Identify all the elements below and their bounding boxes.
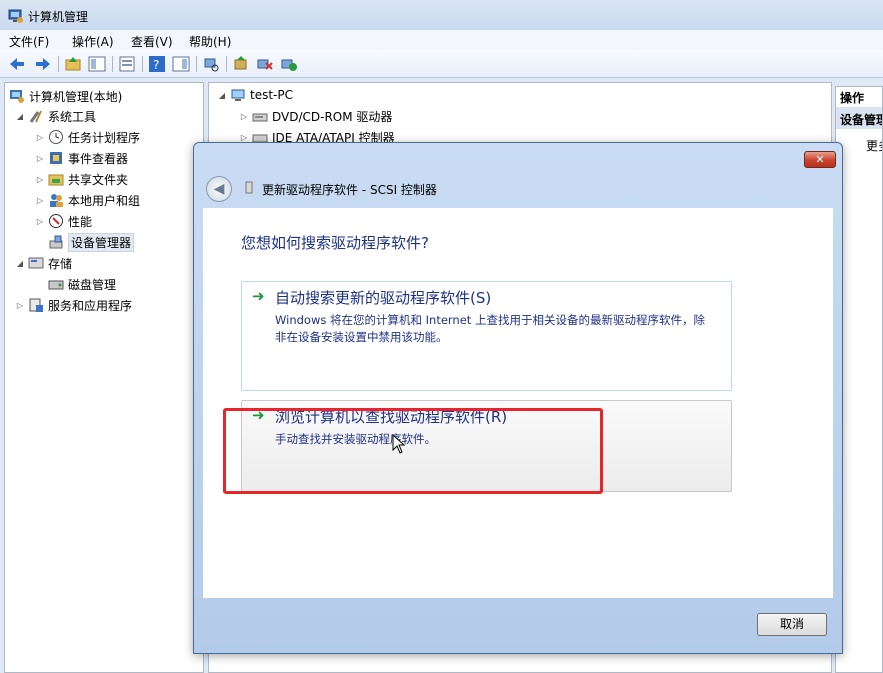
auto-search-description: Windows 将在您的计算机和 Internet 上查找用于相关设备的最新驱动… — [275, 313, 705, 344]
dvd-drive-icon — [252, 108, 268, 124]
collapsed-arrow-icon[interactable]: ▷ — [15, 301, 25, 310]
shared-folder-icon — [48, 171, 64, 187]
performance-icon — [48, 213, 64, 229]
action-pane-icon[interactable] — [172, 55, 190, 73]
event-viewer-icon — [48, 150, 64, 166]
menu-action[interactable]: 操作(A) — [72, 33, 114, 50]
more-actions-link[interactable]: 更多操作 — [866, 137, 882, 154]
actions-header: 操作 — [840, 91, 865, 105]
update-driver-dialog: ✕ ◀ 更新驱动程序软件 - SCSI 控制器 您想如何搜索驱动程序软件? ➜ … — [193, 142, 843, 654]
back-arrow-icon[interactable] — [8, 55, 26, 73]
users-icon — [48, 192, 64, 208]
dialog-body: 您想如何搜索驱动程序软件? ➜ 自动搜索更新的驱动程序软件(S) Windows… — [203, 208, 833, 598]
window-titlebar: 计算机管理 — [0, 0, 883, 30]
tree-item-event-viewer[interactable]: ▷ 事件查看器 — [35, 149, 128, 167]
tree-item-performance[interactable]: ▷ 性能 — [35, 212, 92, 230]
uninstall-icon[interactable] — [256, 55, 274, 73]
dialog-heading: 您想如何搜索驱动程序软件? — [241, 234, 429, 252]
collapsed-arrow-icon[interactable]: ▷ — [35, 217, 45, 226]
clock-icon — [48, 129, 64, 145]
forward-arrow-icon[interactable] — [34, 55, 52, 73]
show-hide-tree-icon[interactable] — [88, 55, 106, 73]
expanded-arrow-icon[interactable]: ◢ — [217, 91, 227, 100]
toolbar: ? — [0, 50, 883, 78]
storage-icon — [28, 255, 44, 271]
window-title: 计算机管理 — [28, 10, 89, 24]
cancel-button[interactable]: 取消 — [757, 613, 827, 636]
tree-item-shared-folders[interactable]: ▷ 共享文件夹 — [35, 170, 128, 188]
menu-view[interactable]: 查看(V) — [131, 33, 173, 50]
collapsed-arrow-icon[interactable]: ▷ — [35, 196, 45, 205]
menu-help[interactable]: 帮助(H) — [189, 33, 231, 50]
up-folder-icon[interactable] — [64, 55, 82, 73]
collapsed-arrow-icon[interactable]: ▷ — [239, 112, 249, 121]
actions-subheader[interactable]: 设备管理器 — [836, 107, 882, 129]
services-icon — [28, 297, 44, 313]
console-tree: 计算机管理(本地) ◢ 系统工具 ▷ 任务计划程序 ▷ 事件查看器 ▷ 共享文件… — [4, 82, 204, 673]
svg-text:?: ? — [153, 58, 159, 72]
back-arrow-icon: ◀ — [213, 181, 225, 197]
tree-item-system-tools[interactable]: ◢ 系统工具 — [15, 107, 96, 125]
dialog-title: 更新驱动程序软件 - SCSI 控制器 — [262, 183, 437, 197]
help-icon[interactable]: ? — [148, 55, 166, 73]
computer-management-icon — [9, 88, 25, 104]
tools-icon — [28, 108, 44, 124]
collapsed-arrow-icon[interactable]: ▷ — [35, 175, 45, 184]
tree-item-task-scheduler[interactable]: ▷ 任务计划程序 — [35, 128, 140, 146]
device-small-icon — [242, 181, 256, 198]
menu-file[interactable]: 文件(F) — [9, 33, 49, 50]
tree-item-computer-management[interactable]: 计算机管理(本地) — [9, 87, 122, 105]
device-item-dvd[interactable]: ▷ DVD/CD-ROM 驱动器 — [239, 107, 393, 125]
auto-search-title: 自动搜索更新的驱动程序软件(S) — [275, 289, 492, 307]
tree-item-services-apps[interactable]: ▷ 服务和应用程序 — [15, 296, 132, 314]
update-driver-icon[interactable] — [232, 55, 250, 73]
collapsed-arrow-icon[interactable]: ▷ — [35, 154, 45, 163]
close-button[interactable]: ✕ — [804, 151, 836, 168]
green-arrow-icon: ➜ — [252, 287, 265, 305]
tree-item-storage[interactable]: ◢ 存储 — [15, 254, 72, 272]
properties-icon[interactable] — [118, 55, 136, 73]
back-button[interactable]: ◀ — [206, 176, 232, 202]
enable-device-icon[interactable] — [280, 55, 298, 73]
tree-item-local-users[interactable]: ▷ 本地用户和组 — [35, 191, 140, 209]
collapsed-arrow-icon[interactable]: ▷ — [239, 133, 249, 142]
disk-icon — [48, 276, 64, 292]
highlight-box — [223, 408, 603, 494]
auto-search-option[interactable]: ➜ 自动搜索更新的驱动程序软件(S) Windows 将在您的计算机和 Inte… — [241, 281, 732, 391]
expanded-arrow-icon[interactable]: ◢ — [15, 112, 25, 121]
device-manager-icon — [48, 234, 64, 250]
scan-hardware-icon[interactable] — [202, 55, 220, 73]
expanded-arrow-icon[interactable]: ◢ — [15, 259, 25, 268]
computer-management-icon — [8, 8, 24, 27]
device-item-computer[interactable]: ◢ test-PC — [217, 86, 293, 104]
menu-bar: 文件(F) 操作(A) 查看(V) 帮助(H) — [0, 30, 883, 50]
collapsed-arrow-icon[interactable]: ▷ — [35, 133, 45, 142]
computer-icon — [230, 87, 246, 103]
tree-item-disk-management[interactable]: 磁盘管理 — [48, 275, 116, 293]
tree-item-device-manager[interactable]: 设备管理器 — [48, 232, 135, 252]
